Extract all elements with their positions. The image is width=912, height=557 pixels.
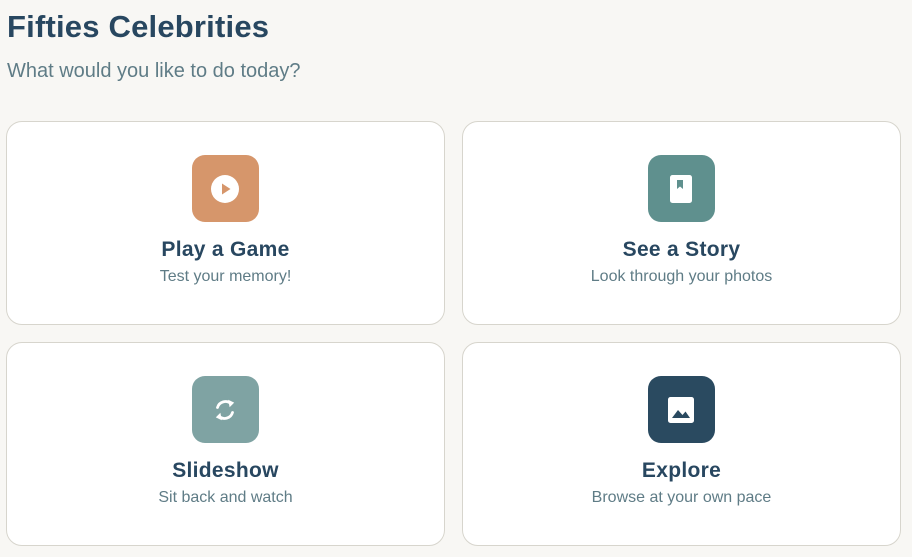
see-story-description: Look through your photos [590, 268, 773, 285]
page-title: Fifties Celebrities [7, 9, 270, 44]
explore-description: Browse at your own pace [591, 489, 772, 506]
play-game-icon-tile [191, 155, 259, 222]
see-story-title: See a Story [622, 238, 741, 261]
play-game-description: Test your memory! [159, 268, 292, 285]
slideshow-icon-tile [191, 376, 259, 443]
activity-grid: Play a Game Test your memory! See a Stor… [6, 121, 901, 546]
book-icon [670, 174, 692, 203]
explore-title: Explore [641, 459, 722, 482]
explore-icon-tile [647, 376, 715, 443]
home-page: Fifties Celebrities What would you like … [0, 0, 912, 557]
page-subtitle: What would you like to do today? [7, 60, 301, 82]
slideshow-card[interactable]: Slideshow Sit back and watch [6, 342, 445, 546]
image-icon [668, 396, 694, 423]
see-story-card[interactable]: See a Story Look through your photos [462, 121, 901, 325]
sync-icon [215, 399, 235, 420]
see-story-icon-tile [647, 155, 715, 222]
slideshow-title: Slideshow [172, 459, 279, 482]
slideshow-description: Sit back and watch [158, 489, 293, 506]
play-game-card[interactable]: Play a Game Test your memory! [6, 121, 445, 325]
play-circle-icon [211, 174, 239, 203]
explore-card[interactable]: Explore Browse at your own pace [462, 342, 901, 546]
play-game-title: Play a Game [161, 238, 290, 261]
